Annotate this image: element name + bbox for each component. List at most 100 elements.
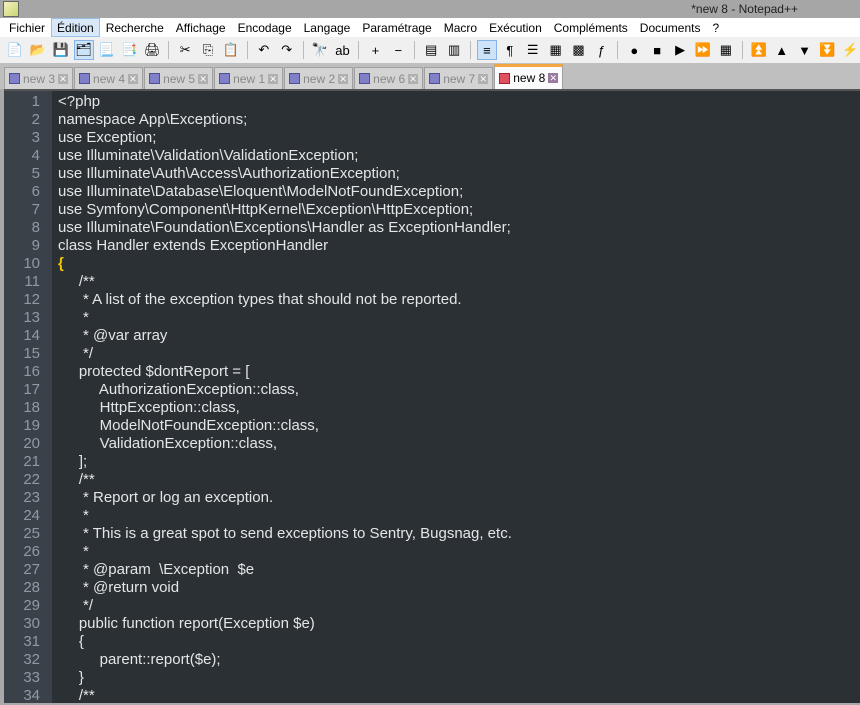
down-button[interactable]: ▼ [795,40,815,60]
save-status-icon [289,73,301,84]
line-number: 7 [31,201,40,218]
save-all-button[interactable]: 🗂 [73,40,94,60]
line-number: 4 [31,147,40,164]
code-line: 32 parent::report($e); [4,651,860,669]
show-all-chars-button[interactable]: ¶ [500,40,520,60]
code-line: 17 AuthorizationException::class, [4,381,860,399]
print-button[interactable]: 🖨 [142,40,162,60]
close-all-button[interactable]: 📑 [119,40,139,60]
code-text: * @param \Exception $e [58,561,255,578]
cut-icon: ✂ [179,42,191,57]
menu-paramétrage[interactable]: Paramétrage [356,18,437,37]
line-number: 30 [23,615,40,632]
tab-new-8[interactable]: new 8 ✕ [494,64,564,89]
stop-macro-icon: ■ [653,42,662,58]
last-icon: ⏬ [819,42,836,57]
first-button[interactable]: ⏫ [749,40,769,60]
code-line: 31 { [4,633,860,651]
code-text: AuthorizationException::class, [58,381,299,398]
sync-h-button[interactable]: ▥ [444,40,464,60]
code-text: public function report(Exception $e) [58,615,315,632]
menu-exécution[interactable]: Exécution [483,18,548,37]
menu-recherche[interactable]: Recherche [100,18,170,37]
code-text: use Exception; [58,129,157,146]
code-line: 15 */ [4,345,860,363]
up-button[interactable]: ▲ [772,40,792,60]
close-tab-icon[interactable]: ✕ [268,73,279,84]
code-line: 4 use Illuminate\Validation\ValidationExc… [4,147,860,165]
code-line: 3 use Exception; [4,129,860,147]
close-tab-icon[interactable]: ✕ [408,73,419,84]
paste-button[interactable]: 📋 [221,40,241,60]
save-macro-button[interactable]: ▦ [716,40,736,60]
tab-label: new 8 [513,71,546,85]
replace-button[interactable]: ab [333,40,353,60]
last-button[interactable]: ⏬ [818,40,838,60]
open-file-button[interactable]: 📂 [28,40,48,60]
sync-v-button[interactable]: ▤ [421,40,441,60]
tab-new-2[interactable]: new 2 ✕ [284,67,354,89]
menu-documents[interactable]: Documents [634,18,707,37]
play-multiple-button[interactable]: ⏩ [693,40,713,60]
zoom-out-button[interactable]: − [388,40,408,60]
tab-new-4[interactable]: new 4 ✕ [74,67,144,89]
toolbar-separator [617,41,619,59]
tab-new-7[interactable]: new 7 ✕ [424,67,494,89]
code-line: 29 */ [4,597,860,615]
menu-macro[interactable]: Macro [438,18,483,37]
menu-langage[interactable]: Langage [298,18,357,37]
code-line: 23 * Report or log an exception. [4,489,860,507]
run-button[interactable]: ⚡ [840,40,860,60]
notepad-app-icon[interactable] [3,1,19,17]
close-button[interactable]: 📃 [97,40,117,60]
menu-affichage[interactable]: Affichage [170,18,232,37]
close-tab-icon[interactable]: ✕ [128,73,139,84]
function-list-button[interactable]: ƒ [591,40,611,60]
line-number: 5 [31,165,40,182]
tab-new-3[interactable]: new 3 ✕ [4,67,74,89]
code-text: } [58,669,84,686]
udl-button[interactable]: ▦ [546,40,566,60]
tab-new-1[interactable]: new 1 ✕ [214,67,284,89]
code-editor[interactable]: 1 <?php 2 namespace App\Exceptions; 3 use Exc… [4,89,860,704]
find-button[interactable]: 🔭 [310,40,330,60]
indent-guide-button[interactable]: ☰ [523,40,543,60]
redo-button[interactable]: ↷ [277,40,297,60]
line-number: 24 [23,507,40,524]
line-number: 8 [31,219,40,236]
menu-édition[interactable]: Édition [51,18,100,37]
close-tab-icon[interactable]: ✕ [58,73,69,84]
save-status-icon [9,73,20,84]
tab-new-5[interactable]: new 5 ✕ [144,67,214,89]
menu-fichier[interactable]: Fichier [3,18,51,37]
doc-map-button[interactable]: ▩ [569,40,589,60]
menu-compléments[interactable]: Compléments [548,18,634,37]
code-text: ValidationException::class, [58,435,277,452]
cut-button[interactable]: ✂ [175,40,195,60]
tab-new-6[interactable]: new 6 ✕ [354,67,424,89]
undo-button[interactable]: ↶ [254,40,274,60]
line-number: 17 [23,381,40,398]
record-macro-button[interactable]: ● [624,40,644,60]
stop-macro-button[interactable]: ■ [647,40,667,60]
new-file-button[interactable]: 📄 [5,40,25,60]
zoom-in-button[interactable]: + [365,40,385,60]
code-text: protected $dontReport = [ [58,363,250,380]
replace-icon: ab [335,42,350,58]
code-line: 18 HttpException::class, [4,399,860,417]
close-tab-icon[interactable]: ✕ [338,73,349,84]
code-line: 16 protected $dontReport = [ [4,363,860,381]
save-icon: 💾 [52,42,69,57]
menu-encodage[interactable]: Encodage [232,18,298,37]
first-icon: ⏫ [750,42,767,57]
play-macro-button[interactable]: ▶ [670,40,690,60]
save-button[interactable]: 💾 [51,40,71,60]
code-text: * [58,309,89,326]
close-tab-icon[interactable]: ✕ [548,73,559,83]
copy-button[interactable]: ⎘ [198,40,218,60]
close-tab-icon[interactable]: ✕ [198,73,209,84]
function-list-icon: ƒ [597,42,606,58]
close-tab-icon[interactable]: ✕ [478,73,489,84]
word-wrap-button[interactable]: ≡ [477,40,497,60]
menu-help[interactable]: ? [707,18,726,37]
